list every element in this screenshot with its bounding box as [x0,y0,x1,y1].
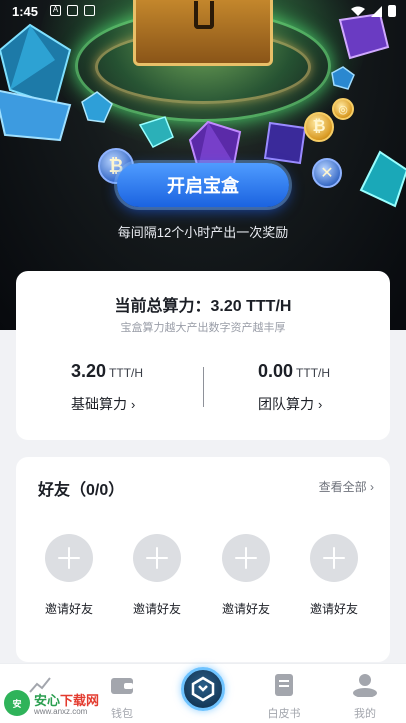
base-power-value: 3.20 [71,361,107,381]
stat-divider [203,367,204,407]
gem-icon [138,116,174,148]
power-summary-card: 当前总算力：3.20 TTT/H 宝盒算力越大产出数字资产越丰厚 3.20 TTT… [16,271,390,440]
invite-friend-slot[interactable]: 邀请好友 [294,534,374,617]
friends-title: 好友（0/0） [38,482,125,499]
chevron-right-icon: › [370,480,374,494]
gem-icon [263,121,307,165]
friends-card: 好友（0/0） 查看全部 › 邀请好友 邀请好友 邀请好友 邀请好友 [16,457,390,662]
team-power-label: 团队算力 [258,396,314,412]
app-notification-icon [84,5,95,16]
gem-icon [0,89,72,142]
watermark-url: www.anxz.com [34,707,88,716]
nav-item-hub[interactable] [181,667,225,711]
plus-icon [222,534,270,582]
invite-friend-slot[interactable]: 邀请好友 [117,534,197,617]
watermark-logo: 安 安心下载网 www.anxz.com [2,688,102,720]
plus-icon [133,534,181,582]
team-power-unit: TTT/H [296,366,331,380]
base-power-link[interactable]: 基础算力 › [71,394,135,414]
status-icons-right [351,5,396,17]
status-icons-left: A [50,5,95,16]
view-all-label: 查看全部 [318,480,367,494]
gem-icon [359,150,406,208]
team-power-value: 0.00 [258,361,294,381]
status-bar: 1:45 A [0,0,406,22]
team-power-stat: 0.00 TTT/H 团队算力 › [258,361,406,414]
watermark-logo-icon: 安 [4,690,30,716]
total-power-title: 当前总算力：3.20 TTT/H [114,298,292,315]
plus-icon [45,534,93,582]
watermark-brand-b: 下载网 [60,693,100,708]
battery-icon [388,5,396,17]
invite-friend-slot[interactable]: 邀请好友 [29,534,109,617]
invite-friend-label: 邀请好友 [221,602,270,616]
invite-friend-label: 邀请好友 [132,602,181,616]
coin-icon: ◎ [332,98,354,120]
document-icon [275,674,293,696]
base-power-label: 基础算力 [71,396,127,412]
team-power-link[interactable]: 团队算力 › [258,394,322,414]
invite-friend-label: 邀请好友 [44,602,93,616]
ripple-coin-icon: ✕ [312,158,342,188]
invite-friend-slot[interactable]: 邀请好友 [206,534,286,617]
watermark-brand-a: 安心 [34,693,61,708]
profile-icon [353,674,377,697]
chevron-right-icon: › [318,397,323,412]
wifi-icon [351,6,365,16]
total-power-subtitle: 宝盒算力越大产出数字资产越丰厚 [120,322,286,334]
status-time: 1:45 [12,4,39,19]
invite-friend-label: 邀请好友 [309,602,358,616]
gem-icon [81,91,113,123]
nav-label-profile: 我的 [354,708,376,720]
nav-label-whitepaper: 白皮书 [267,708,301,720]
bitcoin-coin-icon: ₿ [304,112,334,142]
reward-interval-note: 每间隔12个小时产出一次奖励 [117,225,289,240]
base-power-stat: 3.20 TTT/H 基础算力 › [71,361,221,414]
chevron-right-icon: › [131,397,136,412]
nav-item-profile[interactable]: 我的 [335,672,395,721]
open-box-button[interactable]: 开启宝盒 [117,163,289,207]
plus-icon [310,534,358,582]
gem-icon [331,66,355,90]
wallet-icon [111,678,133,694]
nav-item-whitepaper[interactable]: 白皮书 [254,672,314,721]
signal-icon [371,5,382,17]
hub-icon [191,676,215,702]
view-all-link[interactable]: 查看全部 › [319,478,374,495]
image-notification-icon [67,5,78,16]
notification-a-icon: A [50,5,61,16]
base-power-unit: TTT/H [109,366,144,380]
